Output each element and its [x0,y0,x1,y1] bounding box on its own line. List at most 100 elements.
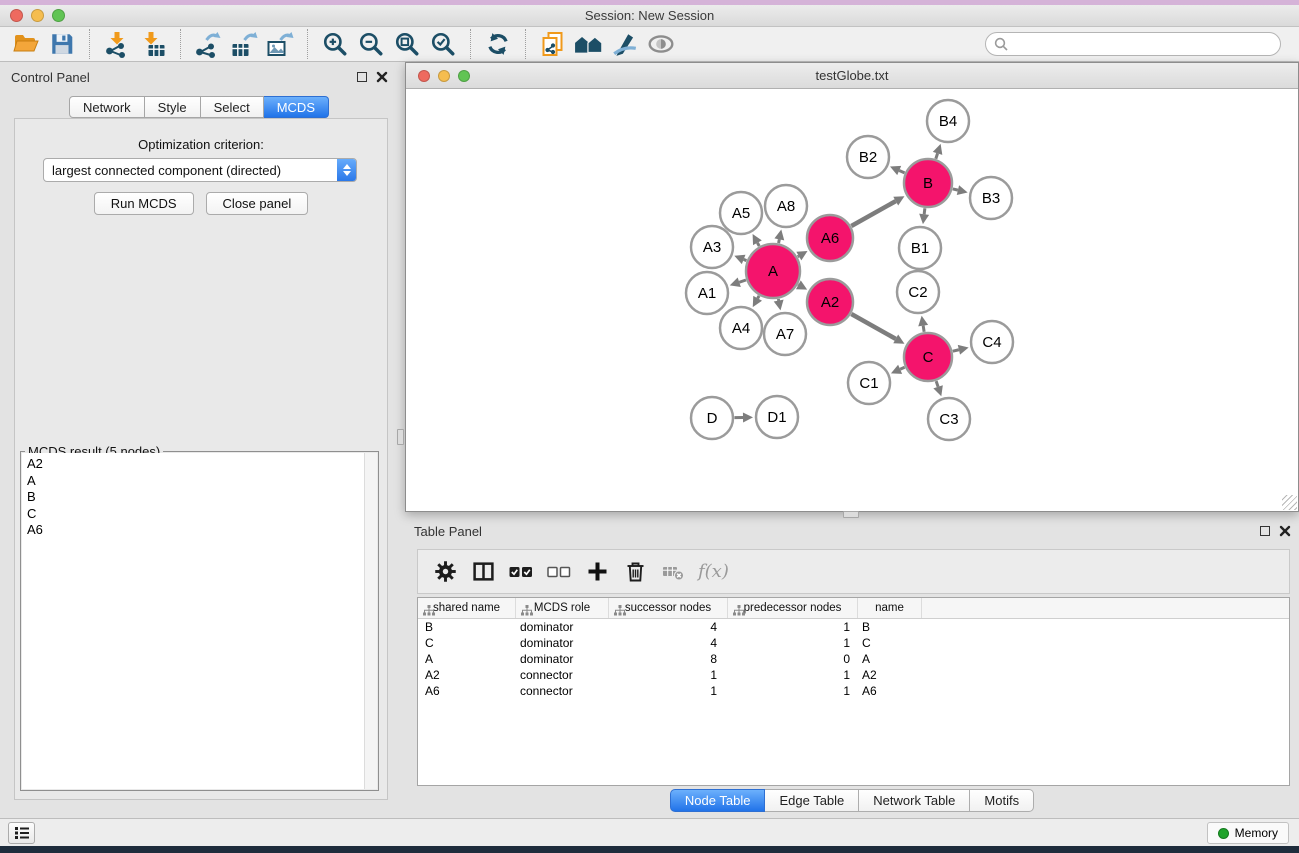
table-cell[interactable]: 0 [727,651,857,667]
close-panel-icon[interactable] [376,71,388,83]
zoom-fit-button[interactable] [389,28,425,60]
apply-layout-button[interactable] [480,28,516,60]
table-row[interactable]: Cdominator41C [418,635,1289,651]
table-cell[interactable] [921,619,1289,635]
tab-network[interactable]: Network [69,96,145,118]
graph-edge-B-B4[interactable] [936,153,938,158]
table-cell[interactable]: A [857,651,921,667]
table-cell[interactable]: connector [515,667,608,683]
zoom-in-button[interactable] [317,28,353,60]
graph-edge-C-C1[interactable] [900,367,905,369]
float-panel-icon[interactable] [357,72,367,82]
graph-edge-A-A1[interactable] [739,280,746,282]
close-panel-button[interactable]: Close panel [206,192,309,215]
delete-table-button[interactable] [656,555,690,589]
table-settings-button[interactable] [428,555,462,589]
graph-edge-C-C3[interactable] [936,381,938,387]
show-task-history-button[interactable] [8,822,35,844]
table-cell[interactable] [921,651,1289,667]
window-resize-grip[interactable] [1282,495,1297,510]
graph-edge-C-C2[interactable] [923,326,924,332]
column-header-successor-nodes[interactable]: successor nodes [608,598,727,618]
tab-network-table[interactable]: Network Table [859,789,970,812]
column-header-shared-name[interactable]: shared name [418,598,515,618]
graph-edge-C-C4[interactable] [953,350,959,351]
mcds-result-item[interactable]: A2 [27,456,377,473]
table-cell[interactable]: A6 [418,683,515,699]
table-cell[interactable]: B [857,619,921,635]
minimize-window-button[interactable] [31,9,44,22]
graph-edge-B-B3[interactable] [953,189,958,190]
export-table-button[interactable] [226,28,262,60]
delete-columns-button[interactable] [618,555,652,589]
table-cell[interactable]: C [418,635,515,651]
network-graph[interactable]: B4B2BB3A5A8A6A3B1AA1C2A2A4A7CC4C1C3DD1 [406,89,1298,511]
table-cell[interactable]: 4 [608,619,727,635]
import-table-button[interactable] [135,28,171,60]
split-table-button[interactable] [466,555,500,589]
table-cell[interactable]: A6 [857,683,921,699]
table-row[interactable]: A6connector11A6 [418,683,1289,699]
function-builder-button[interactable]: f(x) [698,561,729,582]
table-cell[interactable] [921,667,1289,683]
table-cell[interactable] [921,683,1289,699]
first-neighbors-button[interactable] [571,28,607,60]
table-cell[interactable]: 1 [608,667,727,683]
export-image-button[interactable] [262,28,298,60]
zoom-selected-button[interactable] [425,28,461,60]
table-cell[interactable]: A2 [418,667,515,683]
export-network-button[interactable] [190,28,226,60]
graph-edge-B-B1[interactable] [924,208,925,214]
table-cell[interactable] [921,635,1289,651]
graph-edge-A6-B[interactable] [851,201,895,226]
table-cell[interactable]: 8 [608,651,727,667]
tab-motifs[interactable]: Motifs [970,789,1034,812]
graph-edge-A-A5[interactable] [757,243,759,246]
mcds-result-item[interactable]: C [27,506,377,523]
graph-edge-A-A3[interactable] [744,259,747,260]
table-cell[interactable]: 1 [727,619,857,635]
table-cell[interactable]: 1 [727,683,857,699]
import-network-button[interactable] [99,28,135,60]
close-table-panel-icon[interactable] [1279,525,1291,537]
float-table-panel-icon[interactable] [1260,526,1270,536]
table-cell[interactable]: dominator [515,651,608,667]
apply-style-button[interactable] [607,28,643,60]
horizontal-split-handle[interactable] [843,511,859,518]
table-cell[interactable]: connector [515,683,608,699]
tab-select[interactable]: Select [201,96,264,118]
close-network-window-button[interactable] [418,70,430,82]
memory-button[interactable]: Memory [1207,822,1289,844]
minimize-network-window-button[interactable] [438,70,450,82]
mcds-result-item[interactable]: A [27,473,377,490]
deselect-all-button[interactable] [542,555,576,589]
mcds-result-item[interactable]: A6 [27,522,377,539]
optimization-criterion-select[interactable]: largest connected component (directed) [43,158,357,182]
column-header-predecessor-nodes[interactable]: predecessor nodes [727,598,857,618]
table-cell[interactable]: 1 [727,635,857,651]
graph-edge-A-A4[interactable] [758,296,759,299]
add-column-button[interactable] [580,555,614,589]
table-cell[interactable]: A2 [857,667,921,683]
table-row[interactable]: Adominator80A [418,651,1289,667]
column-header-name[interactable]: name [857,598,921,618]
run-mcds-button[interactable]: Run MCDS [94,192,194,215]
zoom-out-button[interactable] [353,28,389,60]
table-cell[interactable]: 1 [727,667,857,683]
table-cell[interactable]: B [418,619,515,635]
table-row[interactable]: A2connector11A2 [418,667,1289,683]
network-canvas[interactable]: B4B2BB3A5A8A6A3B1AA1C2A2A4A7CC4C1C3DD1 [406,89,1298,511]
graph-edge-B-B2[interactable] [899,171,904,173]
tab-mcds[interactable]: MCDS [264,96,329,118]
table-cell[interactable]: A [418,651,515,667]
open-session-button[interactable] [8,28,44,60]
table-cell[interactable]: 1 [608,683,727,699]
column-header-mcds-role[interactable]: MCDS role [515,598,608,618]
table-cell[interactable]: 4 [608,635,727,651]
table-cell[interactable]: dominator [515,619,608,635]
table-cell[interactable]: C [857,635,921,651]
tab-style[interactable]: Style [145,96,201,118]
zoom-window-button[interactable] [52,9,65,22]
save-session-button[interactable] [44,28,80,60]
graph-edge-A2-C[interactable] [851,314,895,339]
